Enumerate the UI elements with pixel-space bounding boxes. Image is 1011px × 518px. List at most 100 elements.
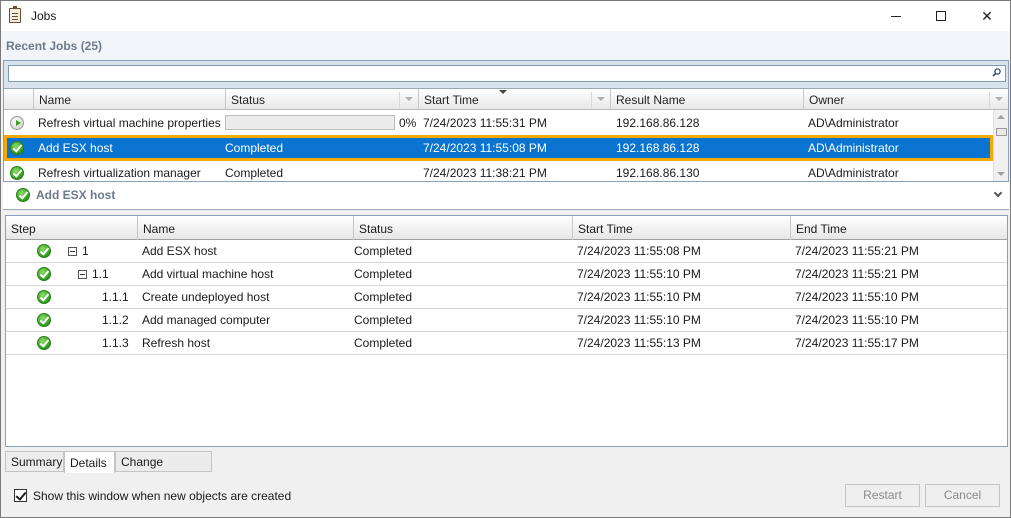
job-row[interactable]: Refresh virtualization manager Completed…: [4, 161, 993, 181]
column-header-owner[interactable]: Owner: [803, 89, 1008, 110]
job-owner: AD\Administrator: [808, 116, 899, 130]
column-header-start-time[interactable]: Start Time: [572, 216, 790, 240]
step-end-time: 7/24/2023 11:55:21 PM: [795, 244, 919, 258]
steps-grid-header: Step Name Status Start Time End Time: [6, 216, 1007, 240]
completed-icon: [10, 166, 24, 180]
step-start-time: 7/24/2023 11:55:10 PM: [577, 290, 701, 304]
job-detail-title: Add ESX host: [36, 188, 116, 202]
step-start-time: 7/24/2023 11:55:10 PM: [577, 313, 701, 327]
step-number: 1.1.1: [102, 290, 129, 304]
step-end-time: 7/24/2023 11:55:10 PM: [795, 313, 919, 327]
step-name: Add virtual machine host: [142, 267, 274, 281]
step-name: Add managed computer: [142, 313, 271, 327]
collapse-icon[interactable]: [78, 270, 87, 279]
completed-icon: [10, 141, 24, 155]
jobs-window: Jobs ✕ Recent Jobs (25) Name Status Star…: [0, 0, 1011, 518]
column-header-name[interactable]: Name: [137, 216, 353, 240]
job-name: Refresh virtual machine properties: [38, 116, 221, 130]
completed-icon: [37, 244, 51, 258]
step-name: Add ESX host: [142, 244, 217, 258]
step-number: 1.1: [92, 267, 109, 281]
column-header-start-time[interactable]: Start Time: [418, 89, 610, 110]
running-icon: [10, 116, 24, 130]
close-icon: ✕: [981, 7, 993, 24]
tab-summary[interactable]: Summary: [5, 451, 64, 472]
step-end-time: 7/24/2023 11:55:10 PM: [795, 290, 919, 304]
column-header-status[interactable]: Status: [353, 216, 572, 240]
minimize-button[interactable]: [873, 1, 919, 31]
title-bar: Jobs ✕: [1, 1, 1010, 31]
show-window-label[interactable]: Show this window when new objects are cr…: [33, 489, 291, 503]
step-start-time: 7/24/2023 11:55:08 PM: [577, 244, 701, 258]
completed-icon: [37, 290, 51, 304]
sort-descending-icon: [499, 90, 507, 94]
completed-icon: [37, 336, 51, 350]
job-progress-label: 0%: [399, 116, 417, 130]
minimize-icon: [891, 15, 901, 17]
job-detail-header[interactable]: Add ESX host: [3, 182, 1009, 210]
step-end-time: 7/24/2023 11:55:21 PM: [795, 267, 919, 281]
completed-icon: [37, 267, 51, 281]
step-status: Completed: [354, 313, 413, 327]
job-result-name: 192.168.86.128: [616, 116, 700, 130]
step-status: Completed: [354, 336, 413, 350]
step-name: Create undeployed host: [142, 290, 270, 304]
tab-details[interactable]: Details: [64, 451, 115, 474]
search-icon[interactable]: [992, 68, 1001, 77]
step-name: Refresh host: [142, 336, 211, 350]
step-row[interactable]: 1 Add ESX host Completed 7/24/2023 11:55…: [6, 240, 1007, 263]
step-row[interactable]: 1.1.1 Create undeployed host Completed 7…: [6, 286, 1007, 309]
step-status: Completed: [354, 267, 413, 281]
job-row-selected[interactable]: Add ESX host Completed 7/24/2023 11:55:0…: [4, 136, 993, 160]
maximize-icon: [936, 11, 946, 21]
window-title: Jobs: [31, 9, 57, 23]
restart-button[interactable]: Restart: [845, 484, 920, 507]
job-status: Completed: [225, 166, 284, 180]
column-header-step[interactable]: Step: [6, 216, 137, 240]
job-result-name: 192.168.86.130: [616, 166, 700, 180]
job-start-time: 7/24/2023 11:55:31 PM: [423, 116, 547, 130]
step-start-time: 7/24/2023 11:55:10 PM: [577, 267, 701, 281]
column-header-status[interactable]: Status: [225, 89, 418, 110]
step-row[interactable]: 1.1.3 Refresh host Completed 7/24/2023 1…: [6, 332, 1007, 355]
recent-jobs-header: Recent Jobs (25): [1, 31, 1010, 61]
jobs-grid-body: Refresh virtual machine properties 0% 7/…: [4, 110, 993, 181]
job-row[interactable]: Refresh virtual machine properties 0% 7/…: [4, 111, 993, 135]
close-button[interactable]: ✕: [964, 1, 1010, 31]
completed-icon: [16, 188, 30, 202]
scroll-thumb[interactable]: [996, 128, 1007, 136]
cancel-button[interactable]: Cancel: [925, 484, 1000, 507]
job-status: Completed: [225, 141, 284, 155]
column-header-icon[interactable]: [4, 89, 33, 110]
step-end-time: 7/24/2023 11:55:17 PM: [795, 336, 919, 350]
search-input[interactable]: [8, 65, 1006, 82]
job-name: Refresh virtualization manager: [38, 166, 201, 180]
tab-change-tracking[interactable]: Change Tracking: [115, 451, 212, 489]
step-start-time: 7/24/2023 11:55:13 PM: [577, 336, 701, 350]
collapse-icon[interactable]: [68, 247, 77, 256]
job-owner: AD\Administrator: [808, 141, 899, 155]
step-number: 1.1.3: [102, 336, 129, 350]
jobs-scrollbar[interactable]: [993, 110, 1008, 181]
filter-dropdown-icon[interactable]: [597, 97, 605, 101]
recent-jobs-title: Recent Jobs (25): [6, 39, 103, 53]
column-header-result-name[interactable]: Result Name: [610, 89, 803, 110]
job-result-name: 192.168.86.128: [616, 141, 700, 155]
job-name: Add ESX host: [38, 141, 113, 155]
completed-icon: [37, 313, 51, 327]
step-row[interactable]: 1.1.2 Add managed computer Completed 7/2…: [6, 309, 1007, 332]
footer: Show this window when new objects are cr…: [1, 473, 1010, 517]
column-header-name[interactable]: Name: [33, 89, 225, 110]
step-row[interactable]: 1.1 Add virtual machine host Completed 7…: [6, 263, 1007, 286]
chevron-down-icon[interactable]: [993, 188, 1003, 198]
step-number: 1.1.2: [102, 313, 129, 327]
scroll-down-icon[interactable]: [997, 172, 1005, 176]
filter-dropdown-icon[interactable]: [995, 97, 1003, 101]
scroll-up-icon[interactable]: [997, 115, 1005, 119]
job-start-time: 7/24/2023 11:38:21 PM: [423, 166, 547, 180]
column-header-end-time[interactable]: End Time: [790, 216, 1007, 240]
maximize-button[interactable]: [918, 1, 964, 31]
filter-dropdown-icon[interactable]: [405, 97, 413, 101]
jobs-grid-header: Name Status Start Time Result Name Owner: [4, 88, 1008, 110]
show-window-checkbox[interactable]: [14, 489, 27, 502]
